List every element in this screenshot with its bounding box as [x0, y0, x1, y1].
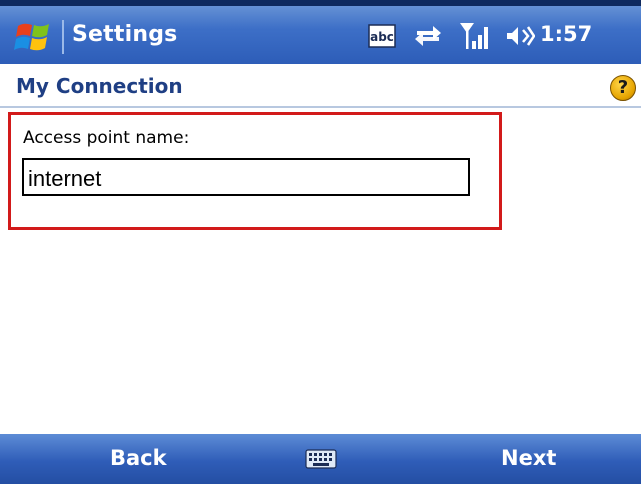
keyboard-icon[interactable] [305, 447, 337, 471]
windows-start-icon[interactable] [14, 18, 54, 58]
access-point-name-label: Access point name: [23, 128, 190, 148]
app-title: Settings [72, 22, 178, 47]
top-edge [0, 0, 641, 6]
clock[interactable]: 1:57 [540, 22, 592, 46]
page-title: My Connection [16, 74, 183, 98]
sync-arrows-icon[interactable] [413, 22, 443, 50]
softkey-bar: Back Next [0, 434, 641, 484]
page-header: My Connection ? [0, 64, 641, 108]
abc-input-icon[interactable]: abc [368, 24, 396, 48]
volume-icon[interactable] [505, 24, 535, 48]
next-button[interactable]: Next [501, 446, 556, 470]
abc-label: abc [370, 30, 394, 44]
title-separator [62, 20, 64, 54]
back-button[interactable]: Back [110, 446, 167, 470]
access-point-name-input[interactable] [22, 158, 470, 196]
signal-icon[interactable] [458, 21, 492, 51]
help-icon[interactable]: ? [610, 75, 636, 101]
title-bar: Settings abc 1:57 [0, 0, 641, 64]
